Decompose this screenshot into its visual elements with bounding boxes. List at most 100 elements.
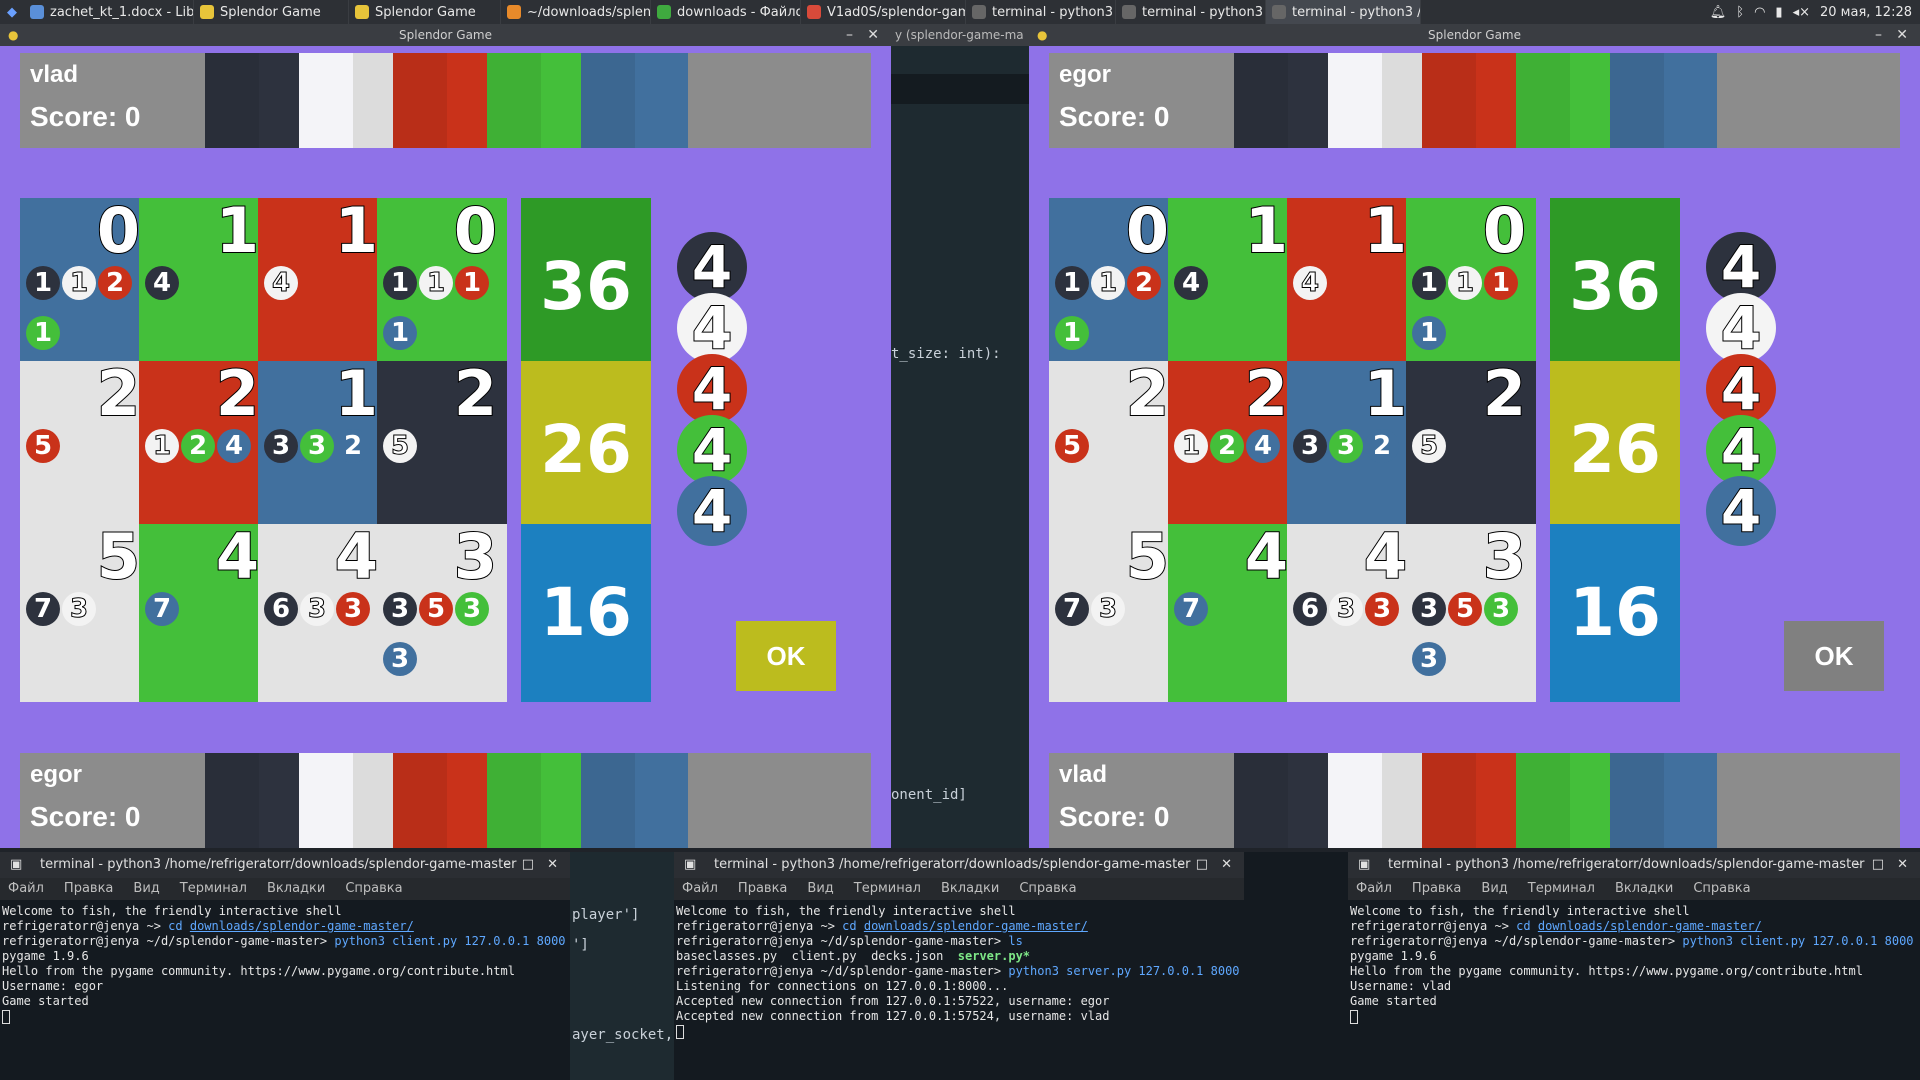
menu-icon[interactable]: ◆ xyxy=(0,0,24,24)
development-card[interactable]: 14 xyxy=(258,193,388,376)
bank-token-white[interactable]: 4 xyxy=(1706,293,1776,363)
development-card[interactable]: 1332 xyxy=(258,356,388,539)
minimize-icon[interactable]: – xyxy=(504,852,511,878)
taskbar-item[interactable]: terminal - python3 /home/... xyxy=(1266,0,1421,24)
development-card[interactable]: 25 xyxy=(377,356,507,539)
development-card[interactable]: 14 xyxy=(139,193,269,376)
development-card[interactable]: 33533 xyxy=(1406,519,1536,702)
taskbar-item[interactable]: Splendor Game xyxy=(349,0,501,24)
development-card[interactable]: 4633 xyxy=(258,519,388,702)
cost-coin-red: 5 xyxy=(419,592,453,626)
terminal-output[interactable]: Welcome to fish, the friendly interactiv… xyxy=(1348,900,1920,1028)
menu-item[interactable]: Правка xyxy=(738,881,787,896)
taskbar-item[interactable]: zachet_kt_1.docx - LibreO... xyxy=(24,0,194,24)
bank-token-red[interactable]: 4 xyxy=(677,354,747,424)
menu-item[interactable]: Терминал xyxy=(854,881,921,896)
maximize-icon[interactable]: □ xyxy=(1196,852,1208,878)
development-card[interactable]: 47 xyxy=(1168,519,1298,702)
close-icon[interactable]: ✕ xyxy=(1897,852,1908,878)
bank-token-blue[interactable]: 4 xyxy=(677,476,747,546)
bank-token-green[interactable]: 4 xyxy=(1706,415,1776,485)
development-card[interactable]: 5 73 xyxy=(1049,519,1179,702)
close-icon[interactable]: ✕ xyxy=(1896,24,1908,46)
development-card[interactable]: 33533 xyxy=(377,519,507,702)
close-icon[interactable]: ✕ xyxy=(1221,852,1232,878)
menu-item[interactable]: Вкладки xyxy=(1615,881,1673,896)
taskbar-item[interactable]: terminal - python3 /home/... xyxy=(966,0,1116,24)
minimize-icon[interactable]: – xyxy=(1854,852,1861,878)
development-card[interactable]: 2124 xyxy=(139,356,269,539)
ok-button[interactable]: OK xyxy=(1784,621,1884,691)
volume-icon[interactable]: ◂× xyxy=(1793,5,1810,20)
development-card[interactable]: 47 xyxy=(139,519,269,702)
development-card[interactable]: 1332 xyxy=(1287,356,1417,539)
deck-pile[interactable]: 16 xyxy=(521,524,651,702)
menu-item[interactable]: Вид xyxy=(133,881,159,896)
development-card[interactable]: 25 xyxy=(20,356,150,539)
menu-item[interactable]: Вкладки xyxy=(941,881,999,896)
menu-item[interactable]: Файл xyxy=(682,881,718,896)
minimize-icon[interactable]: – xyxy=(846,24,853,46)
development-card[interactable]: 01121 xyxy=(20,193,150,376)
taskbar-item[interactable]: Splendor Game xyxy=(194,0,349,24)
taskbar-item[interactable]: ~/downloads/splendor-ga... xyxy=(501,0,651,24)
gem-stack-green xyxy=(487,753,594,848)
terminal-output[interactable]: Welcome to fish, the friendly interactiv… xyxy=(674,900,1244,1043)
taskbar-item[interactable]: V1ad0S/splendor-game - ... xyxy=(801,0,966,24)
menu-item[interactable]: Терминал xyxy=(1528,881,1595,896)
menu-item[interactable]: Справка xyxy=(345,881,402,896)
menu-item[interactable]: Вид xyxy=(1481,881,1507,896)
menu-item[interactable]: Справка xyxy=(1019,881,1076,896)
deck-pile[interactable]: 26 xyxy=(521,361,651,539)
terminal-titlebar[interactable]: ▣ terminal - python3 /home/refrigeratorr… xyxy=(674,852,1244,878)
window-titlebar[interactable]: ● Splendor Game – ✕ xyxy=(1029,24,1920,46)
terminal-titlebar[interactable]: ▣ terminal - python3 /home/refrigeratorr… xyxy=(0,852,570,878)
minimize-icon[interactable]: – xyxy=(1178,852,1185,878)
bank-token-white[interactable]: 4 xyxy=(677,293,747,363)
development-card[interactable]: 25 xyxy=(1049,356,1179,539)
deck-pile[interactable]: 16 xyxy=(1550,524,1680,702)
maximize-icon[interactable]: □ xyxy=(1872,852,1884,878)
bank-token-blue[interactable]: 4 xyxy=(1706,476,1776,546)
deck-pile[interactable]: 36 xyxy=(1550,198,1680,376)
development-card[interactable]: 01111 xyxy=(377,193,507,376)
menu-item[interactable]: Правка xyxy=(64,881,113,896)
menu-item[interactable]: Вкладки xyxy=(267,881,325,896)
development-card[interactable]: 14 xyxy=(1168,193,1298,376)
development-card[interactable]: 5 73 xyxy=(20,519,150,702)
minimize-icon[interactable]: – xyxy=(1875,24,1882,46)
wifi-icon[interactable]: ◠ xyxy=(1754,5,1765,20)
menu-item[interactable]: Файл xyxy=(1356,881,1392,896)
development-card[interactable]: 4633 xyxy=(1287,519,1417,702)
bell-icon[interactable]: 🔔︎ xyxy=(1710,5,1727,20)
maximize-icon[interactable]: □ xyxy=(522,852,534,878)
menu-item[interactable]: Справка xyxy=(1693,881,1750,896)
development-card[interactable]: 14 xyxy=(1287,193,1417,376)
bank-token-red[interactable]: 4 xyxy=(1706,354,1776,424)
development-card[interactable]: 2124 xyxy=(1168,356,1298,539)
bank-token-black[interactable]: 4 xyxy=(1706,232,1776,302)
ok-button[interactable]: OK xyxy=(736,621,836,691)
deck-pile[interactable]: 36 xyxy=(521,198,651,376)
bank-token-black[interactable]: 4 xyxy=(677,232,747,302)
battery-icon[interactable]: ▮ xyxy=(1775,5,1782,20)
terminal-titlebar[interactable]: ▣ terminal - python3 /home/refrigeratorr… xyxy=(1348,852,1920,878)
taskbar-item[interactable]: terminal - python3 /home/... xyxy=(1116,0,1266,24)
menu-item[interactable]: Файл xyxy=(8,881,44,896)
menu-item[interactable]: Правка xyxy=(1412,881,1461,896)
bluetooth-icon[interactable]: ᛒ xyxy=(1736,5,1744,20)
menu-item[interactable]: Вид xyxy=(807,881,833,896)
close-icon[interactable]: ✕ xyxy=(547,852,558,878)
window-titlebar[interactable]: ● Splendor Game – ✕ xyxy=(0,24,891,46)
cost-coin-black: 3 xyxy=(1293,429,1327,463)
taskbar-item[interactable]: downloads - Файловый м... xyxy=(651,0,801,24)
terminal-output[interactable]: Welcome to fish, the friendly interactiv… xyxy=(0,900,570,1028)
development-card[interactable]: 01121 xyxy=(1049,193,1179,376)
close-icon[interactable]: ✕ xyxy=(867,24,879,46)
development-card[interactable]: 25 xyxy=(1406,356,1536,539)
deck-pile[interactable]: 26 xyxy=(1550,361,1680,539)
menu-item[interactable]: Терминал xyxy=(180,881,247,896)
bank-token-green[interactable]: 4 xyxy=(677,415,747,485)
clock[interactable]: 20 мая, 12:28 xyxy=(1820,5,1912,20)
development-card[interactable]: 01111 xyxy=(1406,193,1536,376)
